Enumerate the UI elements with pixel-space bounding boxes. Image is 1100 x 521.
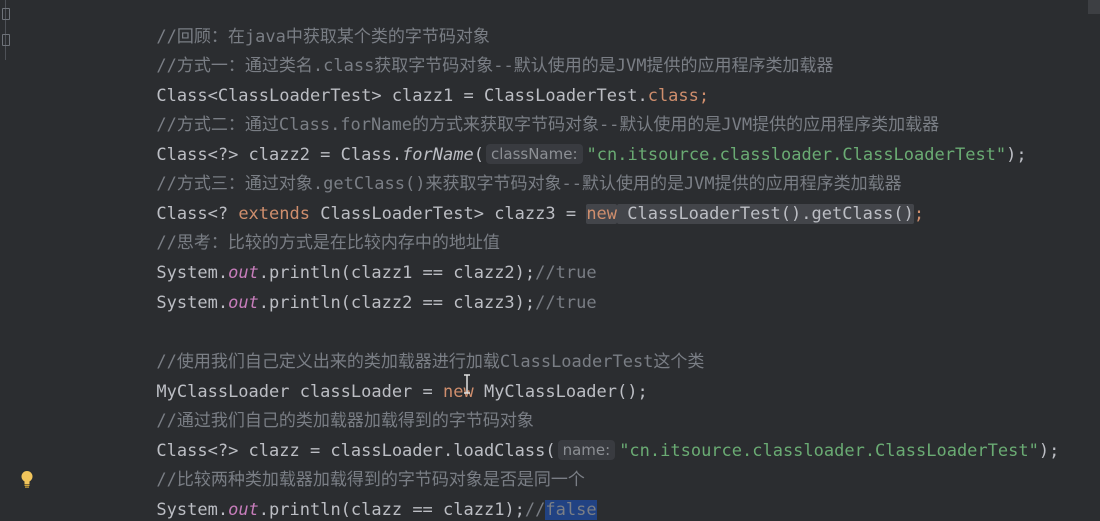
- scrollbar-marker[interactable]: [1088, 0, 1100, 14]
- code-text: System.: [156, 500, 229, 520]
- fold-marker-icon[interactable]: [2, 34, 10, 46]
- lightbulb-icon[interactable]: [20, 470, 34, 488]
- code-editor[interactable]: //回顾：在java中获取某个类的字节码对象 //方式一：通过类名.class获…: [0, 0, 1100, 521]
- selected-text[interactable]: false: [545, 500, 597, 520]
- code-text: );: [1006, 145, 1027, 165]
- code-line[interactable]: //方式一：通过类名.class获取字节码对象--默认使用的是JVM提供的应用程…: [95, 27, 833, 76]
- code-text: .println(clazz2 == clazz3);: [258, 293, 536, 313]
- code-line[interactable]: //方式三：通过对象.getClass()来获取字节码对象--默认使用的是JVM…: [95, 145, 901, 194]
- code-line[interactable]: //比较两种类加载器加载得到的字节码对象是否是同一个: [95, 441, 584, 490]
- static-field: out: [228, 500, 259, 520]
- comment: //: [524, 500, 546, 520]
- code-line[interactable]: Class<? extends ClassLoaderTest> clazz3 …: [95, 175, 924, 224]
- code-line[interactable]: Class<ClassLoaderTest> clazz1 = ClassLoa…: [95, 57, 709, 106]
- code-line[interactable]: //回顾：在java中获取某个类的字节码对象: [95, 0, 489, 47]
- code-line[interactable]: //思考：比较的方式是在比较内存中的地址值: [95, 204, 499, 253]
- code-line[interactable]: System.out.println(clazz2 == clazz3);//t…: [95, 264, 596, 313]
- code-line[interactable]: MyClassLoader classLoader = new MyClassL…: [95, 353, 647, 402]
- code-text: .println(clazz == clazz1);: [258, 500, 525, 520]
- code-line[interactable]: Class<?> clazz = classLoader.loadClass(n…: [95, 412, 1059, 461]
- comment: //true: [535, 293, 597, 313]
- code-text: System.: [156, 293, 229, 313]
- ibeam-cursor-icon: [464, 374, 470, 394]
- code-line[interactable]: Class<?> clazz2 = Class.forName(classNam…: [95, 116, 1027, 165]
- static-field: out: [228, 293, 259, 313]
- code-line[interactable]: System.out.println(clazz == clazz1);//fa…: [95, 471, 597, 520]
- semicolon: ;: [913, 204, 925, 224]
- code-text-highlighted: ClassLoaderTest().getClass(): [617, 204, 914, 224]
- editor-gutter[interactable]: [0, 0, 60, 521]
- code-text: );: [1038, 441, 1060, 461]
- code-line[interactable]: System.out.println(clazz1 == clazz2);//t…: [95, 234, 596, 283]
- string-literal: "cn.itsource.classloader.ClassLoaderTest…: [619, 441, 1039, 461]
- code-line[interactable]: //方式二：通过Class.forName的方式来获取字节码对象--默认使用的是…: [95, 86, 939, 135]
- keyword-highlighted: new: [586, 204, 618, 224]
- code-line[interactable]: //使用我们自己定义出来的类加载器进行加载ClassLoaderTest这个类: [95, 323, 704, 372]
- fold-marker-icon[interactable]: [2, 8, 10, 20]
